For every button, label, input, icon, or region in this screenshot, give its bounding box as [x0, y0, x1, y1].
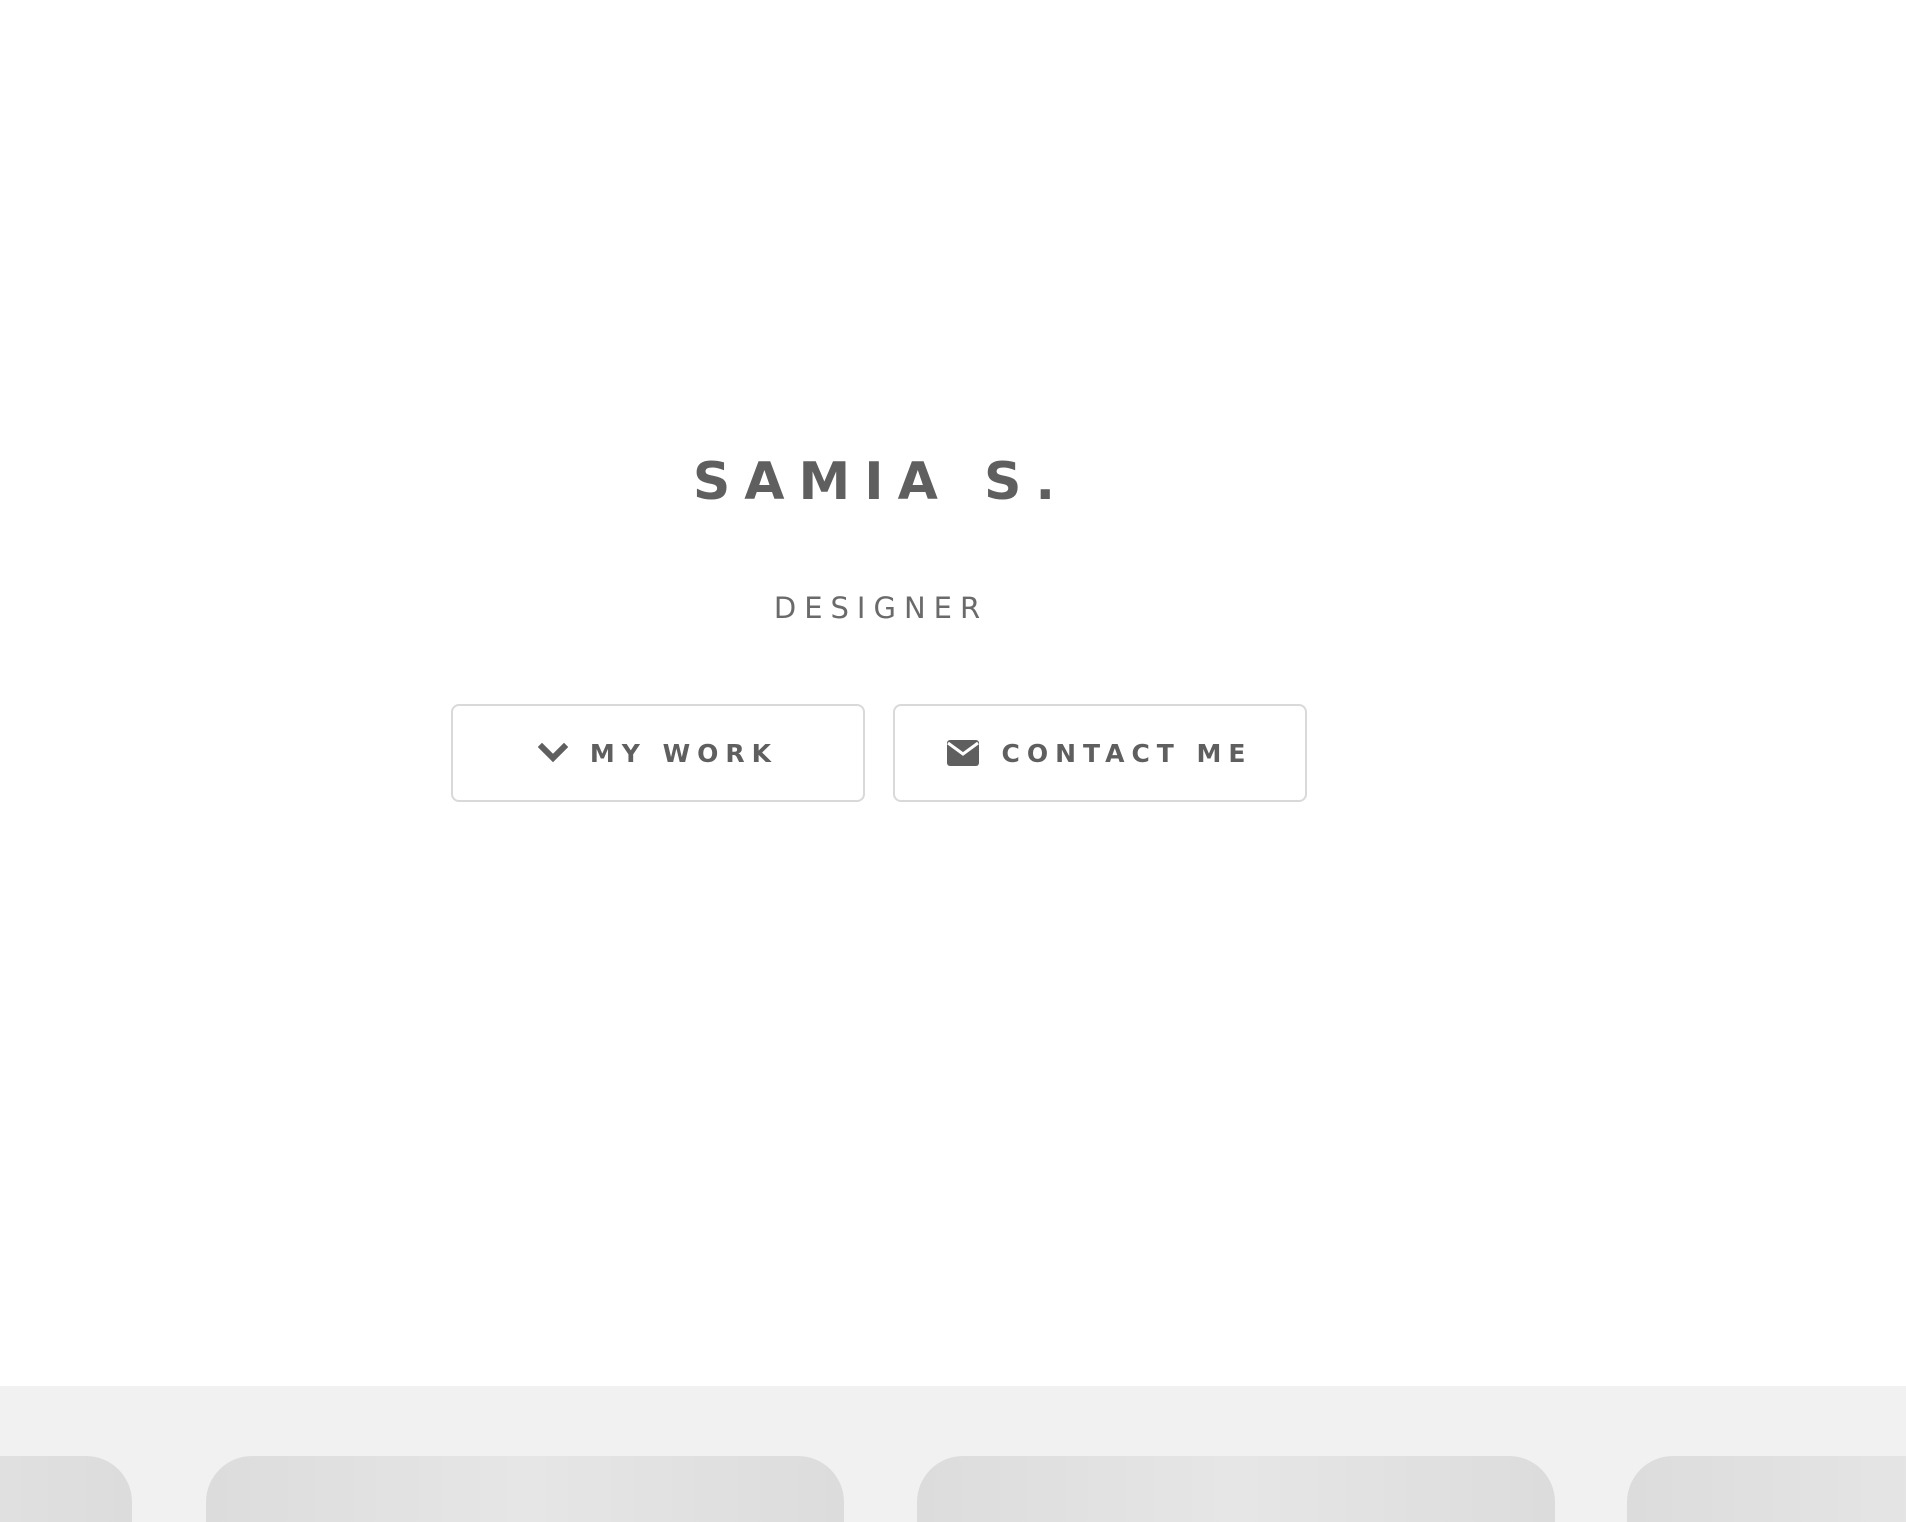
my-work-button[interactable]: MY WORK	[451, 704, 865, 802]
page: SAMIA S. DESIGNER MY WORK CONTACT ME	[0, 0, 1906, 1522]
work-card[interactable]	[0, 1456, 132, 1522]
hero-role: DESIGNER	[773, 591, 989, 625]
envelope-icon	[947, 740, 980, 766]
chevron-down-icon	[537, 742, 568, 764]
work-card[interactable]	[917, 1456, 1555, 1522]
work-card[interactable]	[206, 1456, 844, 1522]
hero-section: SAMIA S. DESIGNER MY WORK CONTACT ME	[0, 0, 1906, 1386]
contact-me-button[interactable]: CONTACT ME	[893, 704, 1307, 802]
contact-me-label: CONTACT ME	[1001, 738, 1253, 768]
hero-name: SAMIA S.	[692, 452, 1070, 512]
work-card[interactable]	[1627, 1456, 1906, 1522]
my-work-label: MY WORK	[589, 738, 779, 768]
